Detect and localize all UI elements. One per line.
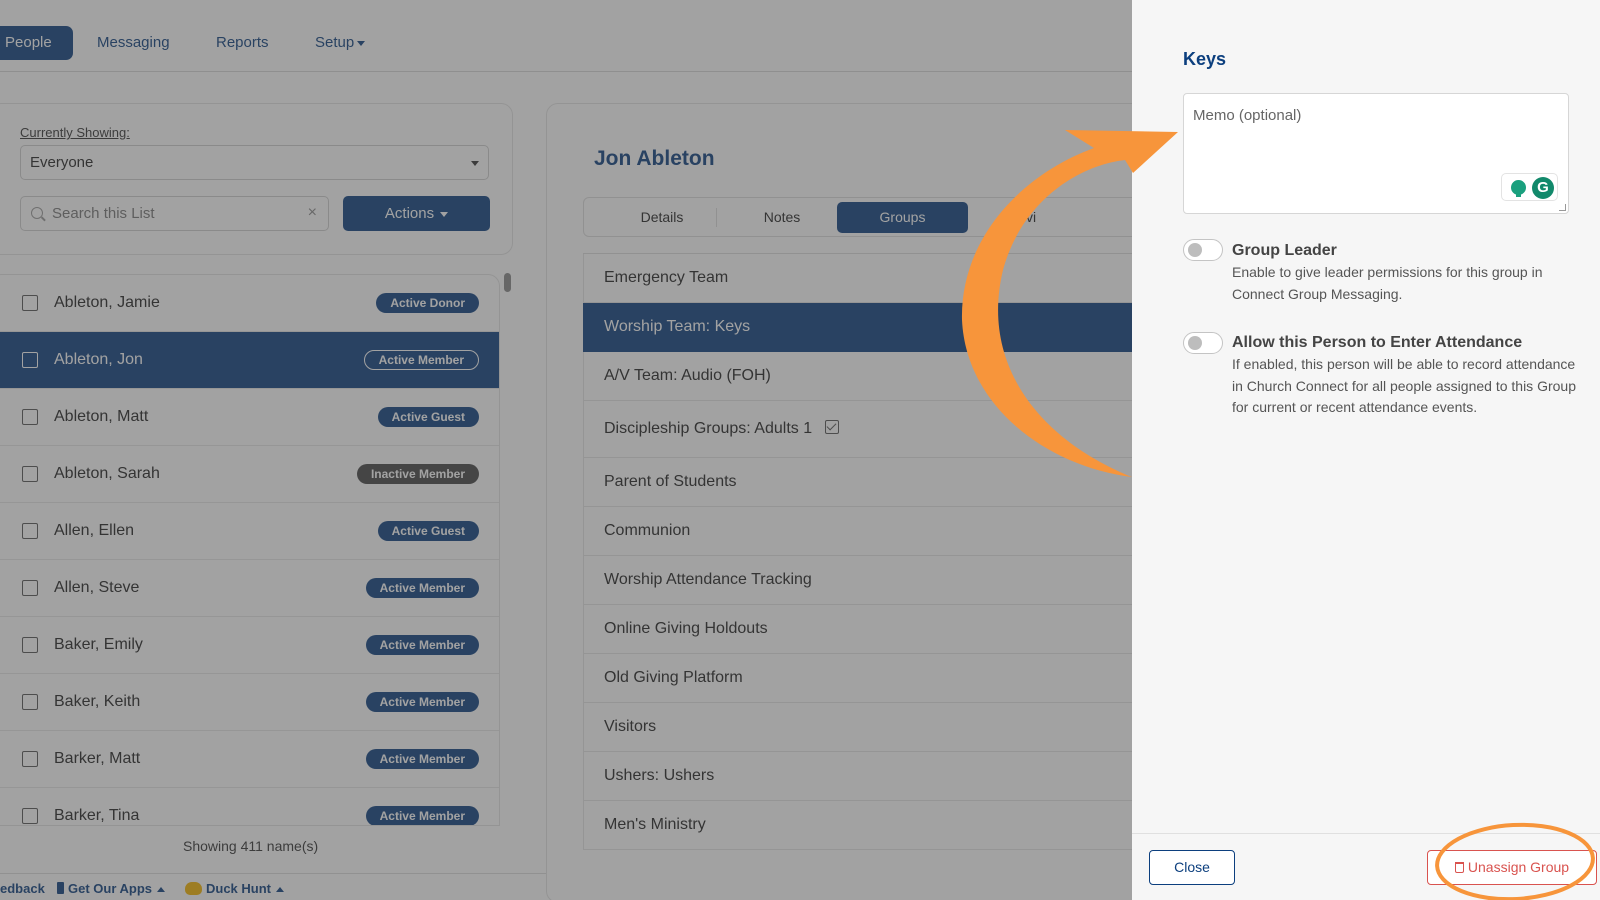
- trash-icon: [1454, 862, 1464, 873]
- attendance-title: Allow this Person to Enter Attendance: [1232, 334, 1523, 351]
- group-leader-toggle[interactable]: [1183, 239, 1223, 261]
- memo-placeholder: Memo (optional): [1193, 107, 1302, 124]
- group-assignment-drawer: Keys Memo (optional) G Group Leader Enab…: [1132, 0, 1600, 900]
- unassign-group-button[interactable]: Unassign Group: [1427, 850, 1597, 885]
- drawer-footer: Close Unassign Group: [1132, 833, 1600, 900]
- close-button[interactable]: Close: [1149, 850, 1235, 885]
- grammarly-icon[interactable]: G: [1532, 177, 1554, 199]
- grammarly-widget[interactable]: G: [1501, 173, 1558, 201]
- resize-handle-icon[interactable]: [1559, 204, 1566, 211]
- drawer-title: Keys: [1183, 49, 1227, 69]
- attendance-description: If enabled, this person will be able to …: [1232, 356, 1576, 415]
- lightbulb-icon[interactable]: [1511, 180, 1526, 197]
- group-leader-description: Enable to give leader permissions for th…: [1232, 264, 1543, 302]
- group-leader-title: Group Leader: [1232, 242, 1337, 259]
- unassign-group-label: Unassign Group: [1467, 859, 1570, 875]
- attendance-toggle[interactable]: [1183, 332, 1223, 354]
- memo-textarea[interactable]: Memo (optional) G: [1183, 93, 1569, 214]
